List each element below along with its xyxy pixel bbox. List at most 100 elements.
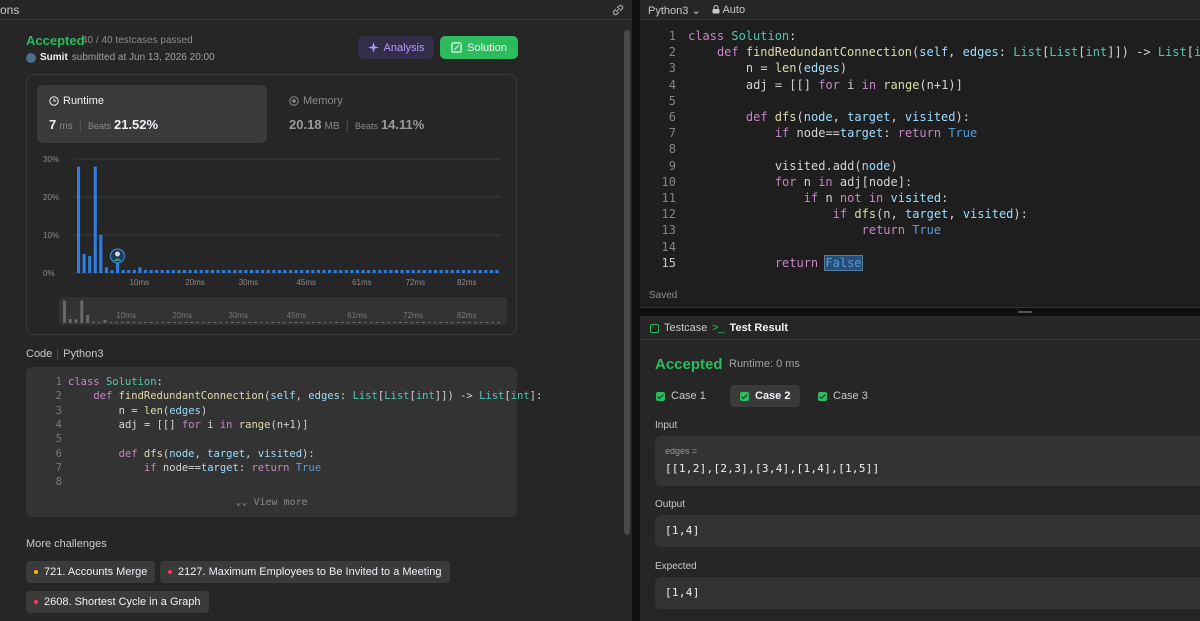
- tab-submissions[interactable]: ons: [0, 3, 19, 17]
- chart-bar[interactable]: [422, 269, 426, 273]
- panel-divider[interactable]: [632, 0, 640, 621]
- chart-bar[interactable]: [77, 166, 81, 273]
- user-avatar[interactable]: [26, 52, 36, 63]
- auto-mode[interactable]: Auto: [712, 4, 745, 16]
- chart-bar[interactable]: [171, 269, 175, 273]
- chart-bar[interactable]: [489, 269, 493, 273]
- your-submission-marker[interactable]: [109, 248, 125, 264]
- chart-bar[interactable]: [177, 269, 181, 273]
- chart-bar[interactable]: [333, 269, 337, 273]
- chart-bar[interactable]: [478, 269, 482, 273]
- view-more-button[interactable]: ⌄⌄ View more: [26, 497, 517, 508]
- chart-bar[interactable]: [183, 269, 187, 273]
- chart-bar[interactable]: [316, 269, 320, 273]
- chart-bar[interactable]: [110, 269, 114, 273]
- chart-bar[interactable]: [143, 269, 148, 273]
- chart-bar[interactable]: [484, 269, 488, 273]
- chart-bar[interactable]: [82, 254, 86, 273]
- chart-bar[interactable]: [305, 269, 309, 273]
- language-selector[interactable]: Python3 ⌄: [648, 4, 701, 17]
- chart-bar[interactable]: [272, 269, 276, 273]
- chart-bar[interactable]: [473, 269, 477, 273]
- chart-bar[interactable]: [350, 269, 354, 273]
- chart-bar[interactable]: [199, 269, 203, 273]
- chart-bar[interactable]: [461, 269, 466, 273]
- chart-bar[interactable]: [383, 269, 387, 273]
- chart-bar[interactable]: [127, 269, 131, 273]
- chart-bar[interactable]: [222, 269, 226, 273]
- user-name[interactable]: Sumit: [40, 52, 68, 63]
- chart-bar[interactable]: [289, 269, 293, 273]
- solution-button[interactable]: Solution: [440, 36, 518, 59]
- splitter-grip[interactable]: [1018, 311, 1032, 313]
- chart-bar[interactable]: [406, 269, 410, 273]
- chart-bar[interactable]: [450, 269, 454, 273]
- chart-bar[interactable]: [194, 269, 198, 273]
- runtime-box[interactable]: Runtime 7 ms | Beats 21.52%: [37, 85, 267, 143]
- case-tab-3[interactable]: Case 3: [808, 385, 878, 407]
- challenge-chip[interactable]: 2608. Shortest Cycle in a Graph: [26, 591, 209, 613]
- chart-bar[interactable]: [417, 269, 421, 273]
- chart-bar[interactable]: [389, 269, 393, 273]
- chart-bar[interactable]: [160, 269, 164, 273]
- chart-bar[interactable]: [205, 269, 209, 273]
- chart-bar[interactable]: [216, 269, 220, 273]
- left-scrollbar[interactable]: [624, 30, 630, 535]
- chart-bar[interactable]: [439, 269, 443, 273]
- chart-bar[interactable]: [372, 269, 376, 273]
- horizontal-splitter[interactable]: [640, 308, 1200, 316]
- chart-bar[interactable]: [456, 269, 460, 273]
- chart-range-slider[interactable]: 10ms 20ms 30ms 45ms 61ms 72ms 82ms: [59, 297, 507, 325]
- chart-bar[interactable]: [227, 269, 231, 273]
- chart-bar[interactable]: [138, 267, 142, 273]
- chart-bar[interactable]: [395, 269, 399, 273]
- chart-bar[interactable]: [155, 269, 159, 273]
- chart-bar[interactable]: [255, 269, 259, 273]
- code-editor[interactable]: Python3 ⌄ Auto 1 class Solution: 2 def fin…: [640, 0, 1200, 308]
- case-tab-1[interactable]: Case 1: [646, 385, 716, 407]
- chart-bar[interactable]: [188, 269, 192, 273]
- chart-bar[interactable]: [249, 269, 254, 273]
- chart-bar[interactable]: [261, 269, 265, 273]
- analysis-button[interactable]: Analysis: [358, 36, 434, 59]
- runtime-distribution-chart[interactable]: 30% 20% 10% 0% 10ms 20ms 30ms 45ms 61ms 72ms 82ms: [41, 155, 507, 295]
- chart-bar[interactable]: [294, 269, 298, 273]
- chart-bar[interactable]: [277, 269, 281, 273]
- submitted-code[interactable]: 8 7 if node==target: return True 6 def dfs…: [26, 367, 542, 517]
- chart-bar[interactable]: [266, 269, 270, 273]
- chart-bar[interactable]: [121, 269, 125, 273]
- chart-bar[interactable]: [328, 269, 332, 273]
- challenge-chip[interactable]: 2127. Maximum Employees to Be Invited to…: [160, 561, 450, 583]
- chart-bar[interactable]: [166, 269, 170, 273]
- chart-bar[interactable]: [355, 269, 360, 273]
- chart-bar[interactable]: [149, 269, 153, 273]
- input-box[interactable]: edges = [[1,2],[2,3],[3,4],[1,4],[1,5]]: [655, 436, 1200, 486]
- chart-bar[interactable]: [283, 269, 287, 273]
- case-tab-2[interactable]: Case 2: [730, 385, 801, 407]
- chart-bar[interactable]: [411, 269, 415, 273]
- expected-box[interactable]: [1,4]: [655, 577, 1200, 609]
- chart-bar[interactable]: [400, 269, 404, 273]
- chart-bar[interactable]: [361, 269, 365, 273]
- chart-bar[interactable]: [238, 269, 242, 273]
- chart-bar[interactable]: [322, 269, 326, 273]
- chart-bar[interactable]: [244, 269, 248, 273]
- chart-bar[interactable]: [378, 269, 382, 273]
- link-icon[interactable]: [610, 2, 626, 18]
- chart-bar[interactable]: [339, 269, 343, 273]
- chart-bar[interactable]: [210, 269, 214, 273]
- chart-bar[interactable]: [88, 255, 92, 273]
- chart-bar[interactable]: [344, 269, 348, 273]
- chart-bar[interactable]: [467, 269, 471, 273]
- chart-bar[interactable]: [99, 235, 103, 273]
- chart-bar[interactable]: [104, 267, 108, 273]
- chart-bar[interactable]: [233, 269, 237, 273]
- chart-bar[interactable]: [300, 269, 304, 273]
- output-box[interactable]: [1,4]: [655, 515, 1200, 547]
- chart-bar[interactable]: [367, 269, 371, 273]
- tab-test-result[interactable]: >_ Test Result: [712, 322, 788, 334]
- chart-bar[interactable]: [311, 269, 315, 273]
- chart-bar[interactable]: [445, 269, 449, 273]
- tab-testcase[interactable]: Testcase: [650, 322, 707, 334]
- chart-bar[interactable]: [434, 269, 438, 273]
